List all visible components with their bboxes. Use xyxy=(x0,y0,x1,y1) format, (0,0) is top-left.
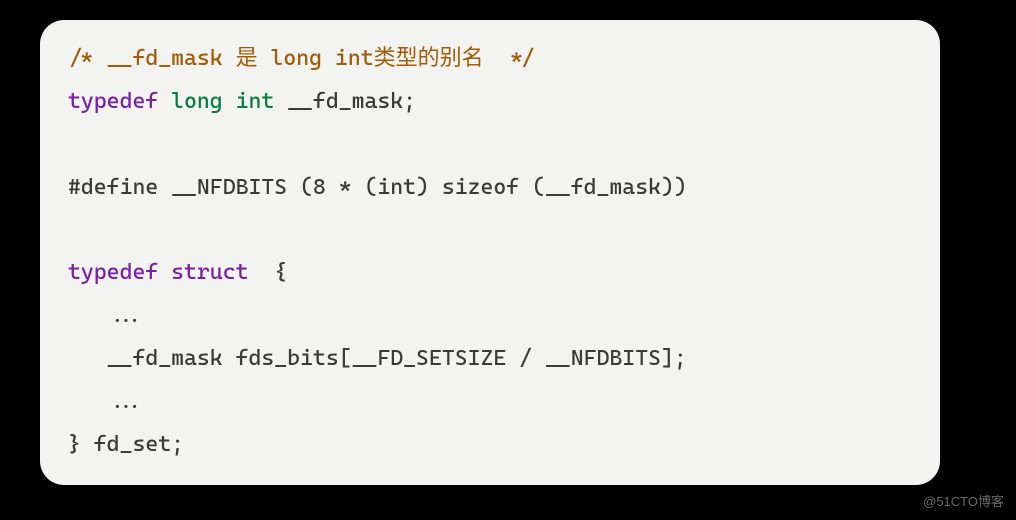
comment-line: /* __fd_mask 是 long int类型的别名 */ xyxy=(68,46,535,71)
keyword-struct: struct xyxy=(171,260,248,285)
code-block: /* __fd_mask 是 long int类型的别名 */ typedef … xyxy=(40,20,940,485)
struct-member-line: __fd_mask fds_bits[__FD_SETSIZE / __NFDB… xyxy=(68,346,687,371)
typedef-name: __fd_mask; xyxy=(274,89,416,114)
watermark: @51CTO博客 xyxy=(923,489,1004,514)
struct-brace: { xyxy=(248,260,287,285)
keyword-typedef: typedef xyxy=(68,260,158,285)
type-int: int xyxy=(236,89,275,114)
define-line: #define __NFDBITS (8 * (int) sizeof (__f… xyxy=(68,175,687,200)
keyword-typedef: typedef xyxy=(68,89,158,114)
comment-open: /* xyxy=(68,46,107,71)
ellipsis-line: ... xyxy=(68,389,145,414)
ellipsis-line: ... xyxy=(68,303,145,328)
comment-body: __fd_mask 是 long int类型的别名 xyxy=(107,46,510,71)
type-long: long xyxy=(171,89,223,114)
struct-close-line: } fd_set; xyxy=(68,432,184,457)
comment-close: */ xyxy=(509,46,535,71)
code-content: /* __fd_mask 是 long int类型的别名 */ typedef … xyxy=(68,38,912,467)
